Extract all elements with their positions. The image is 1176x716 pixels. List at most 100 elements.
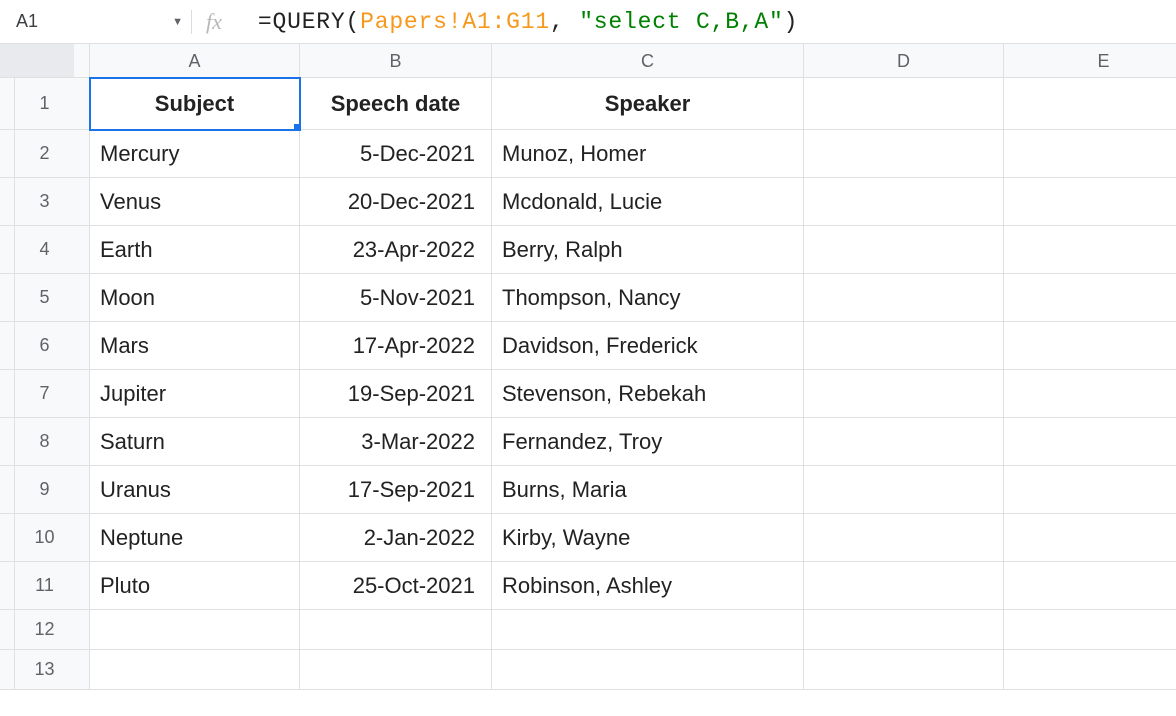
cell-D10[interactable] [804,514,1004,562]
cell-A6[interactable]: Mars [90,322,300,370]
cell-D4[interactable] [804,226,1004,274]
formula-bar: A1 ▼ fx =QUERY(Papers!A1:G11, "select C,… [0,0,1176,44]
row-header-12[interactable]: 12 [0,610,90,650]
row-header-2[interactable]: 2 [0,130,90,178]
divider [191,10,192,34]
cell-A13[interactable] [90,650,300,690]
formula-range: Papers!A1:G11 [360,9,550,35]
cell-E13[interactable] [1004,650,1176,690]
cell-C4[interactable]: Berry, Ralph [492,226,804,274]
cell-D1[interactable] [804,78,1004,130]
cell-C10[interactable]: Kirby, Wayne [492,514,804,562]
cell-E7[interactable] [1004,370,1176,418]
cell-B1[interactable]: Speech date [300,78,492,130]
row-header-8[interactable]: 8 [0,418,90,466]
cell-A2[interactable]: Mercury [90,130,300,178]
cell-C6[interactable]: Davidson, Frederick [492,322,804,370]
col-header-B[interactable]: B [300,44,492,78]
select-all-corner[interactable] [0,44,90,78]
cell-B2[interactable]: 5-Dec-2021 [300,130,492,178]
cell-C2[interactable]: Munoz, Homer [492,130,804,178]
cell-E9[interactable] [1004,466,1176,514]
col-header-E[interactable]: E [1004,44,1176,78]
cell-A1-value: Subject [155,91,234,117]
row-header-10[interactable]: 10 [0,514,90,562]
row-header-13[interactable]: 13 [0,650,90,690]
row-header-1[interactable]: 1 [0,78,90,130]
cell-A11[interactable]: Pluto [90,562,300,610]
cell-D8[interactable] [804,418,1004,466]
cell-C9[interactable]: Burns, Maria [492,466,804,514]
cell-D5[interactable] [804,274,1004,322]
cell-C1[interactable]: Speaker [492,78,804,130]
formula-close-paren: ) [784,9,799,35]
row-header-5[interactable]: 5 [0,274,90,322]
cell-B9[interactable]: 17-Sep-2021 [300,466,492,514]
cell-B7[interactable]: 19-Sep-2021 [300,370,492,418]
cell-E3[interactable] [1004,178,1176,226]
cell-A10[interactable]: Neptune [90,514,300,562]
col-header-C[interactable]: C [492,44,804,78]
cell-E12[interactable] [1004,610,1176,650]
cell-D11[interactable] [804,562,1004,610]
cell-C7[interactable]: Stevenson, Rebekah [492,370,804,418]
formula-comma: , [550,9,579,35]
cell-B5[interactable]: 5-Nov-2021 [300,274,492,322]
cell-D12[interactable] [804,610,1004,650]
cell-D3[interactable] [804,178,1004,226]
formula-input[interactable]: =QUERY(Papers!A1:G11, "select C,B,A") [258,9,1170,35]
cell-C5[interactable]: Thompson, Nancy [492,274,804,322]
cell-B8[interactable]: 3-Mar-2022 [300,418,492,466]
cell-B10[interactable]: 2-Jan-2022 [300,514,492,562]
cell-B11[interactable]: 25-Oct-2021 [300,562,492,610]
cell-D2[interactable] [804,130,1004,178]
formula-func: QUERY [273,9,346,35]
cell-D7[interactable] [804,370,1004,418]
cell-B4[interactable]: 23-Apr-2022 [300,226,492,274]
formula-string: "select C,B,A" [579,9,783,35]
cell-E4[interactable] [1004,226,1176,274]
cell-E2[interactable] [1004,130,1176,178]
cell-A4[interactable]: Earth [90,226,300,274]
cell-C1-value: Speaker [605,91,691,117]
cell-E10[interactable] [1004,514,1176,562]
name-box[interactable]: A1 ▼ [6,6,191,38]
cell-A1[interactable]: Subject [90,78,300,130]
row-header-6[interactable]: 6 [0,322,90,370]
cell-E5[interactable] [1004,274,1176,322]
cell-C12[interactable] [492,610,804,650]
col-header-D[interactable]: D [804,44,1004,78]
cell-C8[interactable]: Fernandez, Troy [492,418,804,466]
cell-B12[interactable] [300,610,492,650]
cell-A8[interactable]: Saturn [90,418,300,466]
cell-E6[interactable] [1004,322,1176,370]
cell-D6[interactable] [804,322,1004,370]
cell-D13[interactable] [804,650,1004,690]
row-header-4[interactable]: 4 [0,226,90,274]
formula-open-paren: ( [346,9,361,35]
name-box-value: A1 [16,11,38,32]
row-header-7[interactable]: 7 [0,370,90,418]
cell-B13[interactable] [300,650,492,690]
cell-A7[interactable]: Jupiter [90,370,300,418]
cell-B3[interactable]: 20-Dec-2021 [300,178,492,226]
cell-B6[interactable]: 17-Apr-2022 [300,322,492,370]
cell-D9[interactable] [804,466,1004,514]
cell-C3[interactable]: Mcdonald, Lucie [492,178,804,226]
cell-E8[interactable] [1004,418,1176,466]
fx-icon: fx [206,9,222,35]
chevron-down-icon[interactable]: ▼ [172,16,183,28]
cell-C11[interactable]: Robinson, Ashley [492,562,804,610]
row-header-11[interactable]: 11 [0,562,90,610]
cell-C13[interactable] [492,650,804,690]
cell-A3[interactable]: Venus [90,178,300,226]
col-header-A[interactable]: A [90,44,300,78]
cell-A5[interactable]: Moon [90,274,300,322]
cell-E1[interactable] [1004,78,1176,130]
cell-A12[interactable] [90,610,300,650]
formula-eq: = [258,9,273,35]
cell-A9[interactable]: Uranus [90,466,300,514]
cell-E11[interactable] [1004,562,1176,610]
row-header-9[interactable]: 9 [0,466,90,514]
row-header-3[interactable]: 3 [0,178,90,226]
